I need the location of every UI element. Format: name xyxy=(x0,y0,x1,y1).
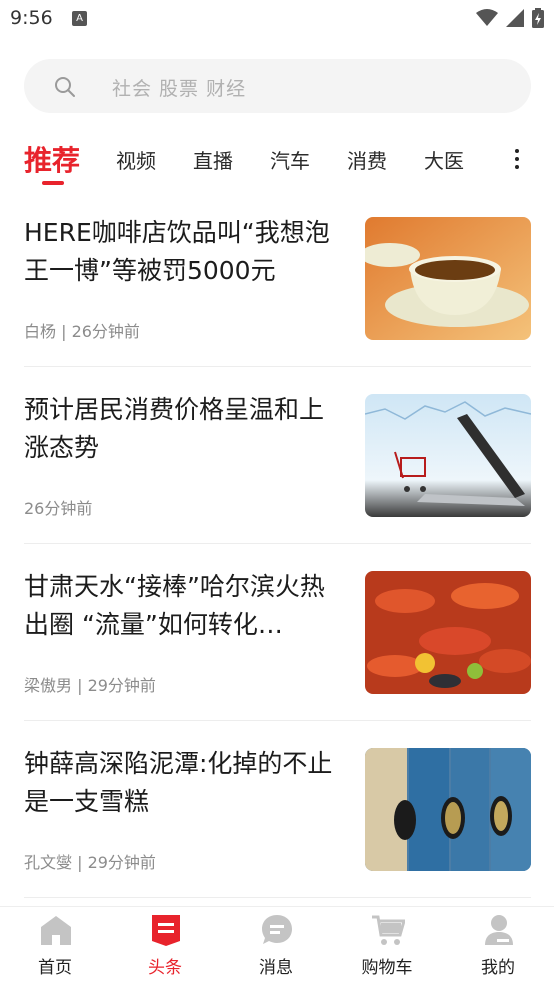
tab-auto[interactable]: 汽车 xyxy=(270,145,310,174)
status-bar: 9:56 A xyxy=(0,0,554,38)
search-input[interactable]: 社会 股票 财经 xyxy=(24,59,531,113)
nav-label: 我的 xyxy=(481,958,515,978)
home-icon xyxy=(41,916,71,945)
tab-live[interactable]: 直播 xyxy=(193,145,233,174)
tea-cup-image xyxy=(365,217,531,340)
message-icon xyxy=(262,915,292,944)
news-meta: 梁傲男 | 29分钟前 xyxy=(24,676,156,695)
news-title: 钟薛高深陷泥潭:化掉的不止是一支雪糕 xyxy=(24,749,333,816)
wifi-icon xyxy=(476,9,498,26)
divider xyxy=(24,897,531,898)
signal-icon xyxy=(506,9,524,27)
notification-icon: A xyxy=(72,11,87,26)
divider xyxy=(24,720,531,721)
nav-cart[interactable]: 购物车 xyxy=(332,907,442,984)
nav-label: 头条 xyxy=(148,958,182,978)
nav-label: 首页 xyxy=(38,958,72,978)
search-placeholder: 社会 股票 财经 xyxy=(112,78,247,100)
active-tab-indicator xyxy=(42,181,64,185)
nav-profile[interactable]: 我的 xyxy=(443,907,553,984)
news-item[interactable]: HERE咖啡店饮品叫“我想泡王一博”等被罚5000元 白杨 | 26分钟前 xyxy=(0,200,554,377)
battery-icon xyxy=(532,8,544,28)
category-tabs: 推荐 视频 直播 汽车 消费 大医 xyxy=(0,135,554,191)
news-item[interactable]: 甘肃天水“接棒”哈尔滨火热出圈 “流量”如何转化… 梁傲男 | 29分钟前 xyxy=(0,554,554,731)
nav-headline[interactable]: 头条 xyxy=(110,907,220,984)
news-title: 预计居民消费价格呈温和上涨态势 xyxy=(24,395,325,462)
divider xyxy=(24,543,531,544)
tab-health[interactable]: 大医 xyxy=(424,145,464,174)
nav-label: 购物车 xyxy=(361,958,413,978)
more-tabs-icon[interactable] xyxy=(507,145,527,175)
news-item[interactable]: 钟薛高深陷泥潭:化掉的不止是一支雪糕 孔文燮 | 29分钟前 xyxy=(0,731,554,908)
cart-icon xyxy=(372,915,405,945)
bottom-nav: 首页 头条 消息 购物车 我的 xyxy=(0,906,554,984)
headline-icon xyxy=(152,915,180,946)
divider xyxy=(24,366,531,367)
nav-messages[interactable]: 消息 xyxy=(221,907,331,984)
news-meta: 孔文燮 | 29分钟前 xyxy=(24,853,156,872)
status-time: 9:56 xyxy=(10,7,53,29)
news-title: HERE咖啡店饮品叫“我想泡王一博”等被罚5000元 xyxy=(24,218,330,285)
shopping-cart-laptop-image xyxy=(365,394,531,517)
tab-consumer[interactable]: 消费 xyxy=(347,145,387,174)
tab-video[interactable]: 视频 xyxy=(116,145,156,174)
news-title: 甘肃天水“接棒”哈尔滨火热出圈 “流量”如何转化… xyxy=(24,572,325,639)
news-meta: 白杨 | 26分钟前 xyxy=(24,322,140,341)
profile-icon xyxy=(485,915,513,945)
news-meta: 26分钟前 xyxy=(24,499,93,518)
search-icon xyxy=(55,77,75,97)
tab-recommend[interactable]: 推荐 xyxy=(24,139,80,179)
nav-home[interactable]: 首页 xyxy=(0,907,110,984)
news-item[interactable]: 预计居民消费价格呈温和上涨态势 26分钟前 xyxy=(0,377,554,554)
nav-label: 消息 xyxy=(259,958,293,978)
status-icons xyxy=(476,8,544,28)
seafood-platter-image xyxy=(365,571,531,694)
blue-binders-image xyxy=(365,748,531,871)
